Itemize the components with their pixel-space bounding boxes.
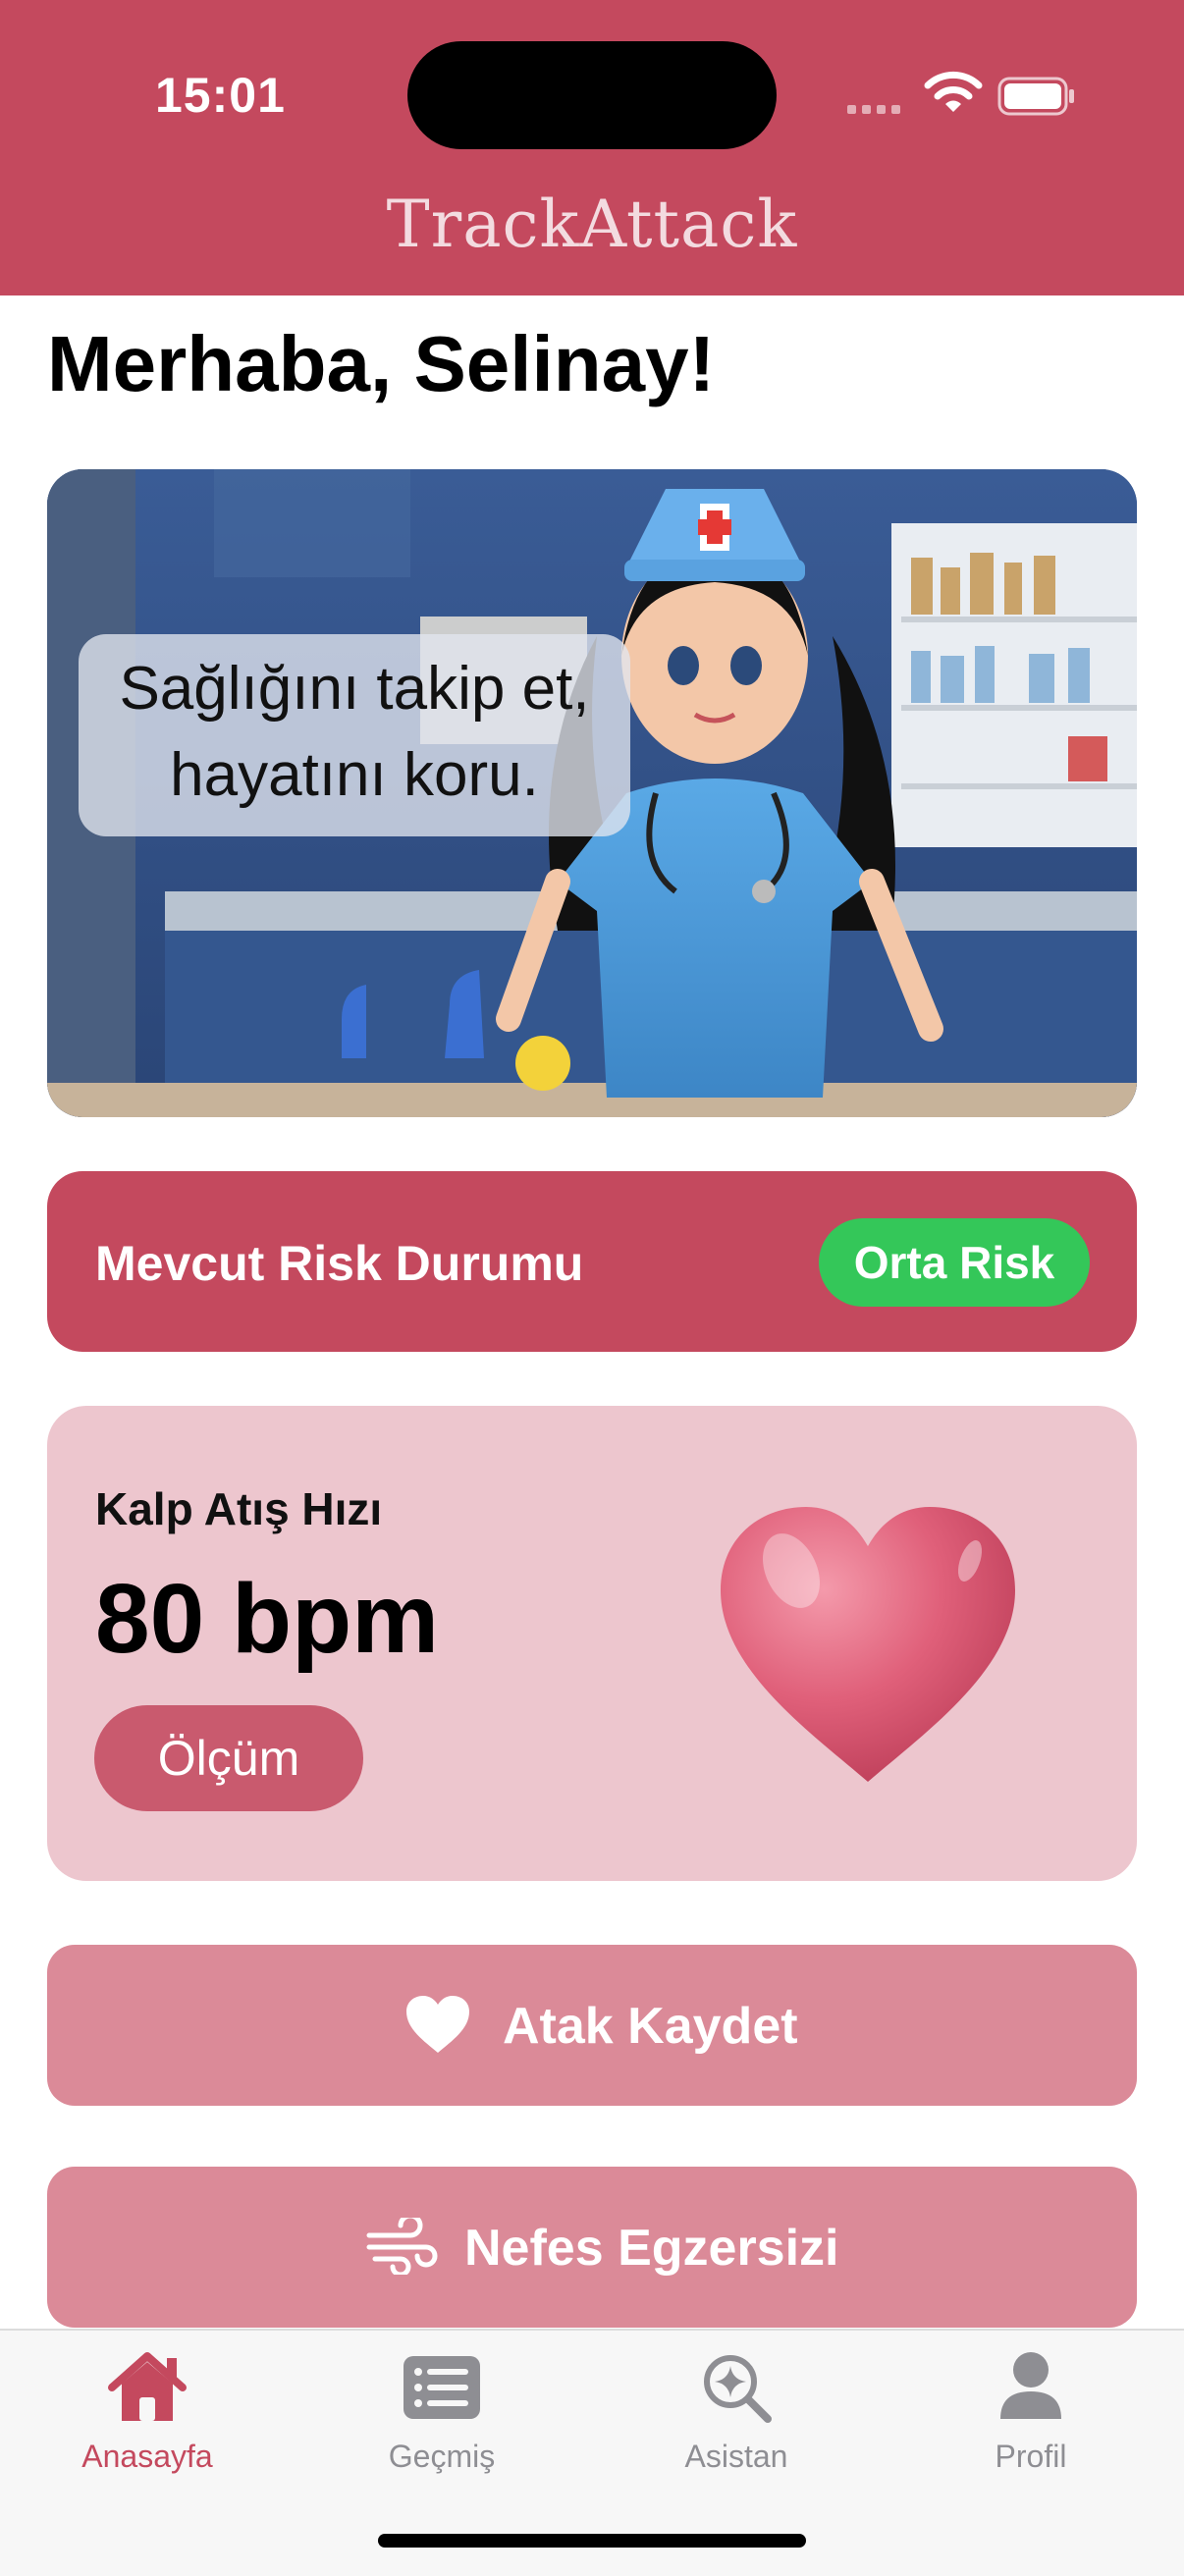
cellular-signal-icon xyxy=(847,101,906,114)
tab-history-label: Geçmiş xyxy=(388,2439,496,2474)
wind-icon xyxy=(366,2218,438,2275)
tab-profile-label: Profil xyxy=(995,2439,1067,2474)
status-time: 15:01 xyxy=(155,68,286,123)
hero-quote-line2: hayatını koru. xyxy=(170,741,539,809)
app-title: TrackAttack xyxy=(386,187,798,262)
house-icon xyxy=(108,2352,187,2421)
tab-home[interactable]: Anasayfa xyxy=(0,2331,295,2507)
dynamic-island xyxy=(407,41,777,149)
hero-quote-box: Sağlığını takip et, hayatını koru. xyxy=(79,634,630,836)
hero-quote-line1: Sağlığını takip et, xyxy=(119,655,590,723)
tab-profile[interactable]: Profil xyxy=(884,2331,1178,2507)
tab-assistant-label: Asistan xyxy=(684,2439,788,2474)
measure-button[interactable]: Ölçüm xyxy=(94,1705,363,1811)
battery-icon xyxy=(997,77,1074,116)
tab-history[interactable]: Geçmiş xyxy=(295,2331,589,2507)
record-attack-label: Atak Kaydet xyxy=(503,1998,798,2055)
tab-assistant[interactable]: Asistan xyxy=(589,2331,884,2507)
tab-home-label: Anasayfa xyxy=(81,2439,213,2474)
person-icon xyxy=(1000,2352,1061,2419)
breathing-exercise-label: Nefes Egzersizi xyxy=(464,2220,839,2277)
risk-status-label: Mevcut Risk Durumu xyxy=(95,1236,584,1291)
home-indicator xyxy=(378,2534,806,2548)
sparkle-search-icon xyxy=(704,2355,772,2423)
wifi-icon xyxy=(924,71,983,112)
risk-level-badge: Orta Risk xyxy=(819,1218,1090,1307)
breathing-exercise-button[interactable]: Nefes Egzersizi xyxy=(47,2167,1137,2328)
greeting-title: Merhaba, Selinay! xyxy=(47,320,716,407)
heart-illustration xyxy=(721,1507,1015,1782)
heart-icon xyxy=(406,1996,469,2053)
heart-rate-label: Kalp Atış Hızı xyxy=(95,1483,383,1534)
record-attack-button[interactable]: Atak Kaydet xyxy=(47,1945,1137,2106)
list-icon xyxy=(404,2356,480,2419)
heart-rate-value: 80 bpm xyxy=(95,1564,440,1674)
